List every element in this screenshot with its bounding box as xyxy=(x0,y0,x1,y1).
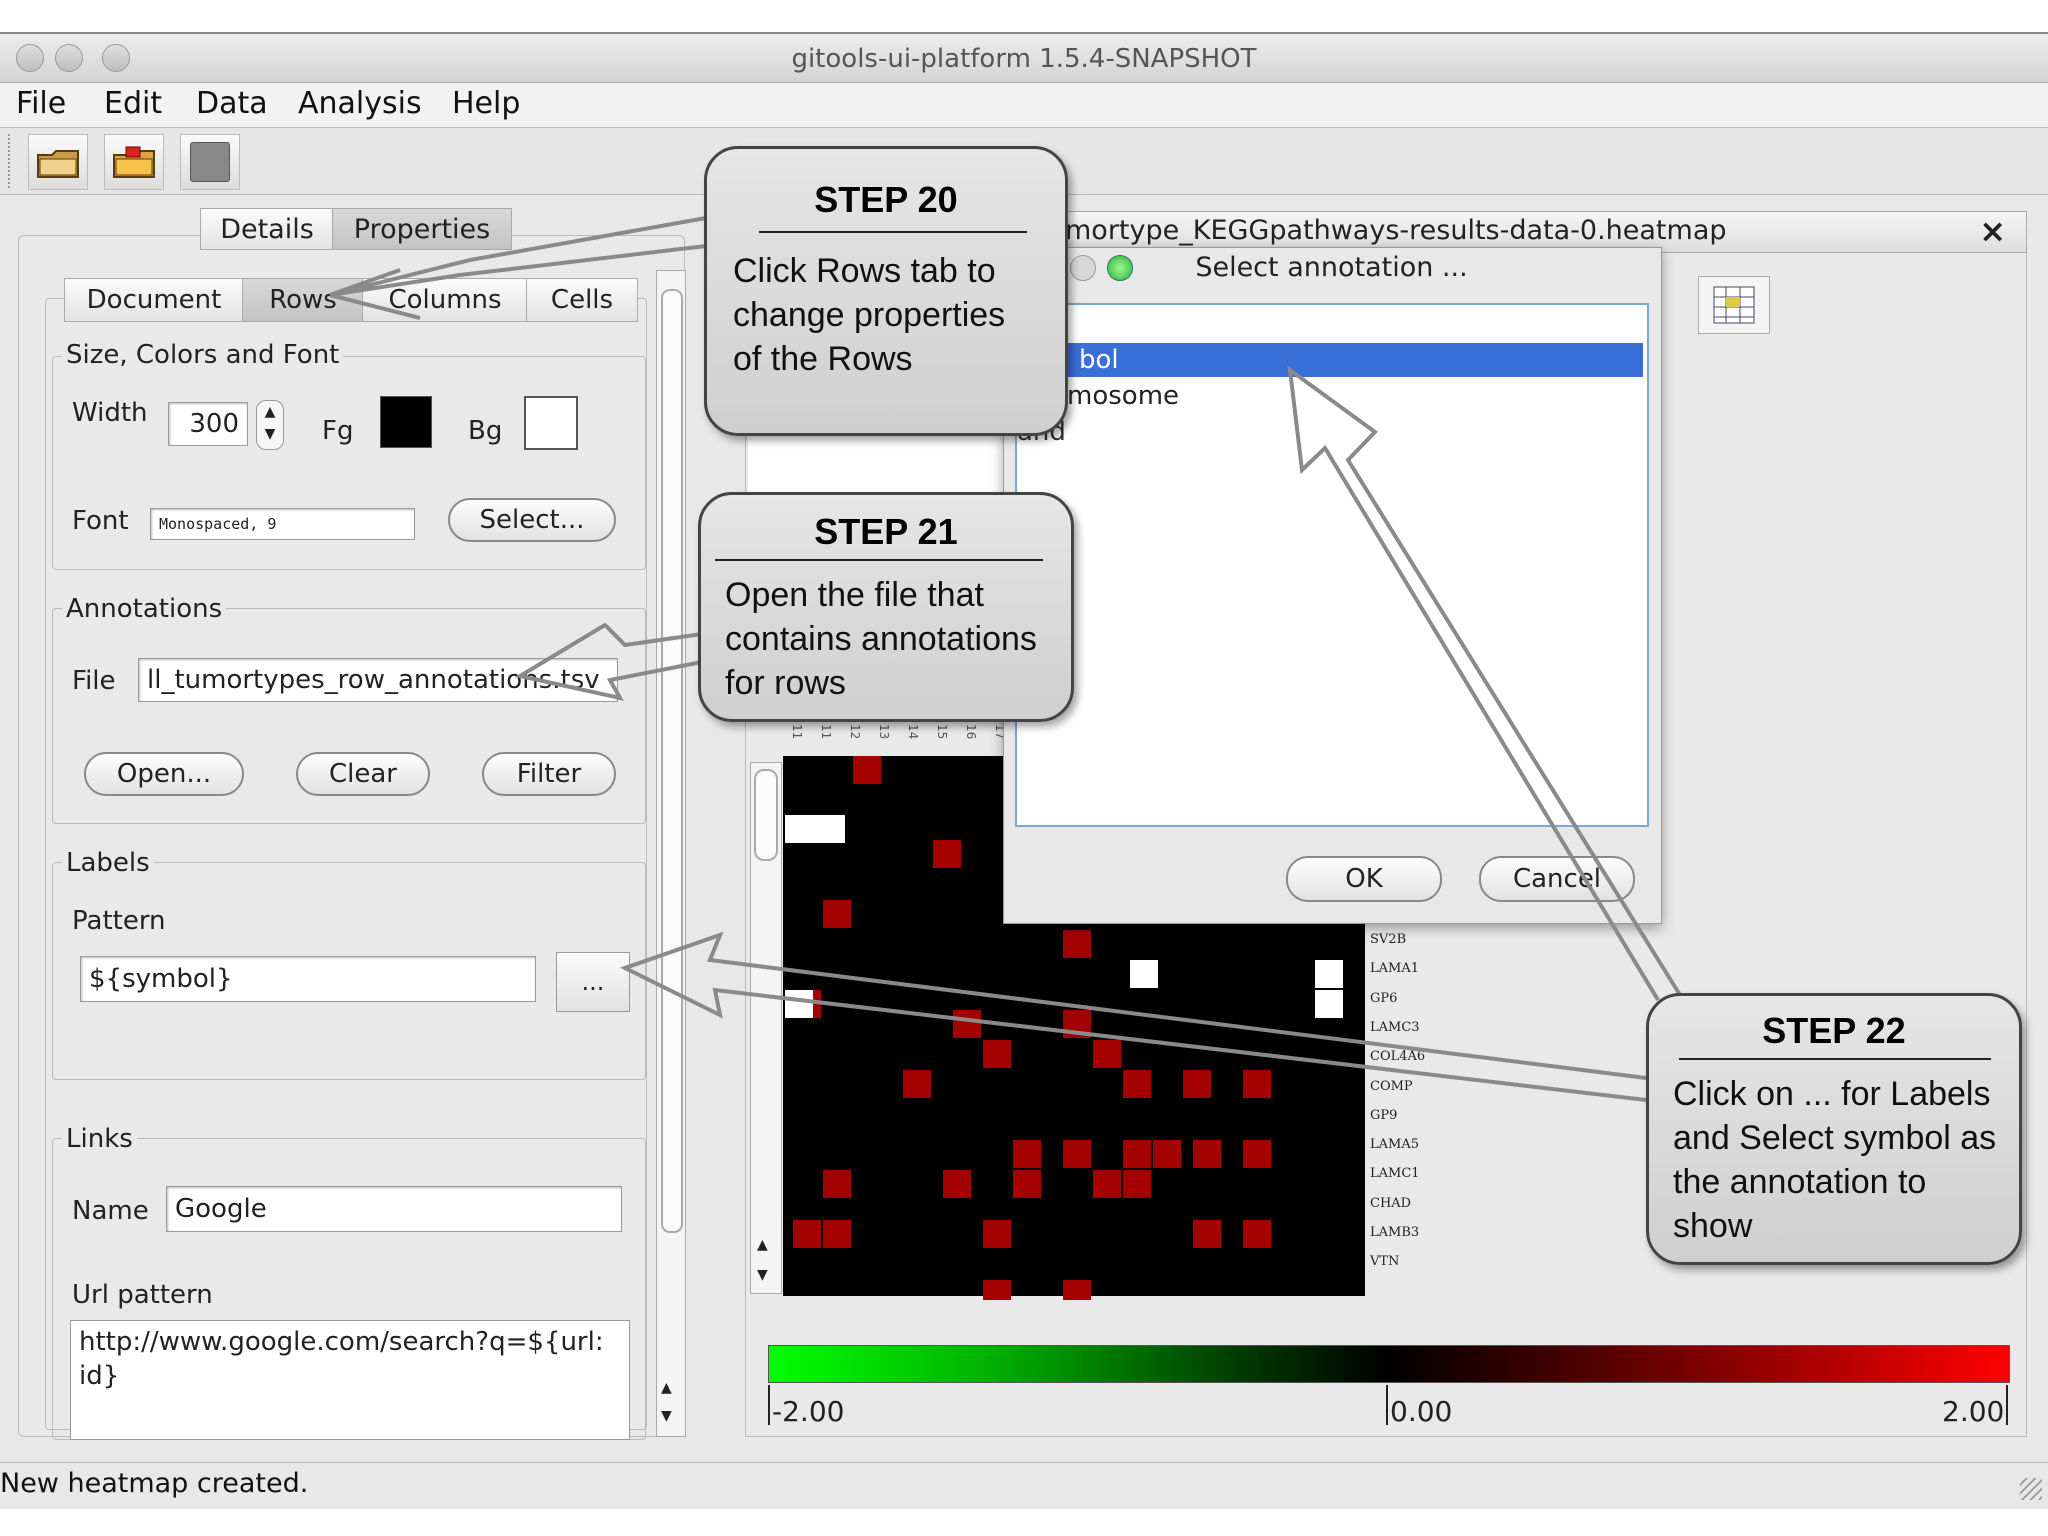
step21-title: STEP 21 xyxy=(814,511,958,552)
step22-rule xyxy=(1679,1058,1991,1060)
step21-line-2: contains annotations xyxy=(725,620,1037,658)
step21-line-1: Open the file that xyxy=(725,576,984,614)
step21-arrow xyxy=(514,622,703,701)
step20-title: STEP 20 xyxy=(814,179,958,220)
step22-line-1: Click on ... for Labels xyxy=(1673,1075,1991,1113)
step20-callout: STEP 20 Click Rows tab to change propert… xyxy=(704,146,1068,436)
step20-line-2: change properties xyxy=(733,296,1006,334)
step21-rule xyxy=(715,559,1043,561)
step21-line-3: for rows xyxy=(725,664,846,702)
step22-arrow-dialog xyxy=(1287,365,1682,1002)
step22-line-3: the annotation to xyxy=(1673,1163,1927,1201)
step20-arrow xyxy=(329,216,707,320)
step22-line-4: show xyxy=(1673,1207,1753,1245)
step22-title: STEP 22 xyxy=(1762,1010,1906,1051)
step21-callout: STEP 21 Open the file that contains anno… xyxy=(698,492,1074,722)
step20-line-3: of the Rows xyxy=(733,340,913,378)
step20-rule xyxy=(759,231,1027,233)
step22-line-2: and Select symbol as xyxy=(1673,1119,1997,1157)
status-text: New heatmap created. xyxy=(0,1468,309,1499)
step22-callout: STEP 22 Click on ... for Labels and Sele… xyxy=(1646,993,2022,1265)
resize-grip-icon[interactable] xyxy=(2020,1478,2042,1500)
step20-line-1: Click Rows tab to xyxy=(733,252,996,290)
step22-text: Click on ... for Labels and Select symbo… xyxy=(1649,1072,2019,1248)
step22-arrow-labels xyxy=(619,931,1647,1102)
step20-text: Click Rows tab to change properties of t… xyxy=(707,249,1065,381)
step21-text: Open the file that contains annotations … xyxy=(701,573,1071,705)
